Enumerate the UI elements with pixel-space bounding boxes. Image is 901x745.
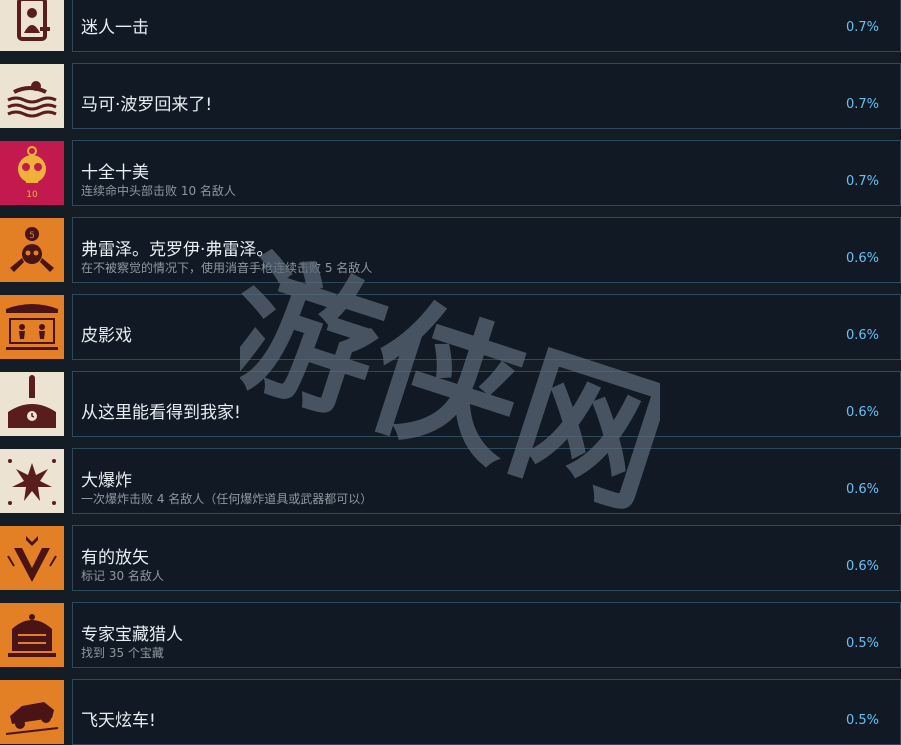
- achievement-percent: 0.7%: [845, 97, 879, 112]
- achievement-description: 一次爆炸击败 4 名敌人（任何爆炸道具或武器都可以）: [81, 492, 373, 506]
- swimmer-icon: [0, 64, 64, 128]
- selfie-icon: [0, 0, 64, 51]
- achievement-percent: 0.5%: [845, 636, 879, 651]
- achievement-row: 马可·波罗回来了! 0.7%: [0, 63, 901, 129]
- achievement-panel[interactable]: 有的放矢 标记 30 名敌人 0.6%: [72, 525, 901, 591]
- achievement-panel[interactable]: 十全十美 连续命中头部击败 10 名敌人 0.7%: [72, 140, 901, 206]
- achievement-title: 皮影戏: [81, 326, 132, 346]
- achievement-panel[interactable]: 大爆炸 一次爆炸击败 4 名敌人（任何爆炸道具或武器都可以） 0.6%: [72, 448, 901, 514]
- achievement-percent: 0.5%: [845, 713, 879, 728]
- achievement-row: 专家宝藏猎人 找到 35 个宝藏 0.5%: [0, 602, 901, 668]
- achievement-panel[interactable]: 飞天炫车! 0.5%: [72, 679, 901, 745]
- achievement-percent: 0.6%: [845, 251, 879, 266]
- achievement-panel[interactable]: 皮影戏 0.6%: [72, 294, 901, 360]
- achievement-description: 连续命中头部击败 10 名敌人: [81, 184, 236, 198]
- clock-tower-icon: [0, 372, 64, 436]
- achievement-title: 有的放矢: [81, 548, 149, 568]
- achievement-row: 大爆炸 一次爆炸击败 4 名敌人（任何爆炸道具或武器都可以） 0.6%: [0, 448, 901, 514]
- achievement-description: 标记 30 名敌人: [81, 569, 164, 583]
- achievement-row: 从这里能看得到我家! 0.6%: [0, 371, 901, 437]
- achievement-panel[interactable]: 迷人一击 0.7%: [72, 0, 901, 52]
- achievement-title: 飞天炫车!: [81, 711, 156, 731]
- achievement-title: 十全十美: [81, 163, 149, 183]
- achievement-percent: 0.6%: [845, 559, 879, 574]
- svg-text:5: 5: [29, 231, 35, 241]
- achievement-title: 马可·波罗回来了!: [81, 95, 213, 115]
- achievement-row: 飞天炫车! 0.5%: [0, 679, 901, 745]
- achievement-row: 有的放矢 标记 30 名敌人 0.6%: [0, 525, 901, 591]
- achievement-title: 专家宝藏猎人: [81, 625, 183, 645]
- achievement-panel[interactable]: 弗雷泽。克罗伊·弗雷泽。 在不被察觉的情况下，使用消音手枪连续击败 5 名敌人 …: [72, 217, 901, 283]
- achievement-percent: 0.6%: [845, 328, 879, 343]
- achievement-percent: 0.7%: [845, 174, 879, 189]
- achievement-row: 皮影戏 0.6%: [0, 294, 901, 360]
- achievement-row: 迷人一击 0.7%: [0, 0, 901, 52]
- achievement-percent: 0.6%: [845, 482, 879, 497]
- achievement-title: 弗雷泽。克罗伊·弗雷泽。: [81, 240, 274, 260]
- svg-text:10: 10: [26, 190, 38, 200]
- achievement-row: 10 十全十美 连续命中头部击败 10 名敌人 0.7%: [0, 140, 901, 206]
- achievement-panel[interactable]: 专家宝藏猎人 找到 35 个宝藏 0.5%: [72, 602, 901, 668]
- achievement-percent: 0.7%: [845, 20, 879, 35]
- achievement-description: 在不被察觉的情况下，使用消音手枪连续击败 5 名敌人: [81, 261, 373, 275]
- skull-pistols-icon: 5: [0, 218, 64, 282]
- mark-chevron-icon: [0, 526, 64, 590]
- achievement-row: 5 弗雷泽。克罗伊·弗雷泽。 在不被察觉的情况下，使用消音手枪连续击败 5 名敌…: [0, 217, 901, 283]
- flying-car-icon: [0, 680, 64, 744]
- achievement-title: 大爆炸: [81, 471, 132, 491]
- treasure-crown-icon: [0, 603, 64, 667]
- achievement-description: 找到 35 个宝藏: [81, 646, 164, 660]
- achievement-panel[interactable]: 马可·波罗回来了! 0.7%: [72, 63, 901, 129]
- skull-target-icon: 10: [0, 141, 64, 205]
- shadow-puppets-icon: [0, 295, 64, 359]
- achievement-title: 迷人一击: [81, 18, 149, 38]
- achievement-panel[interactable]: 从这里能看得到我家! 0.6%: [72, 371, 901, 437]
- achievement-title: 从这里能看得到我家!: [81, 403, 241, 423]
- explosion-icon: [0, 449, 64, 513]
- achievement-percent: 0.6%: [845, 405, 879, 420]
